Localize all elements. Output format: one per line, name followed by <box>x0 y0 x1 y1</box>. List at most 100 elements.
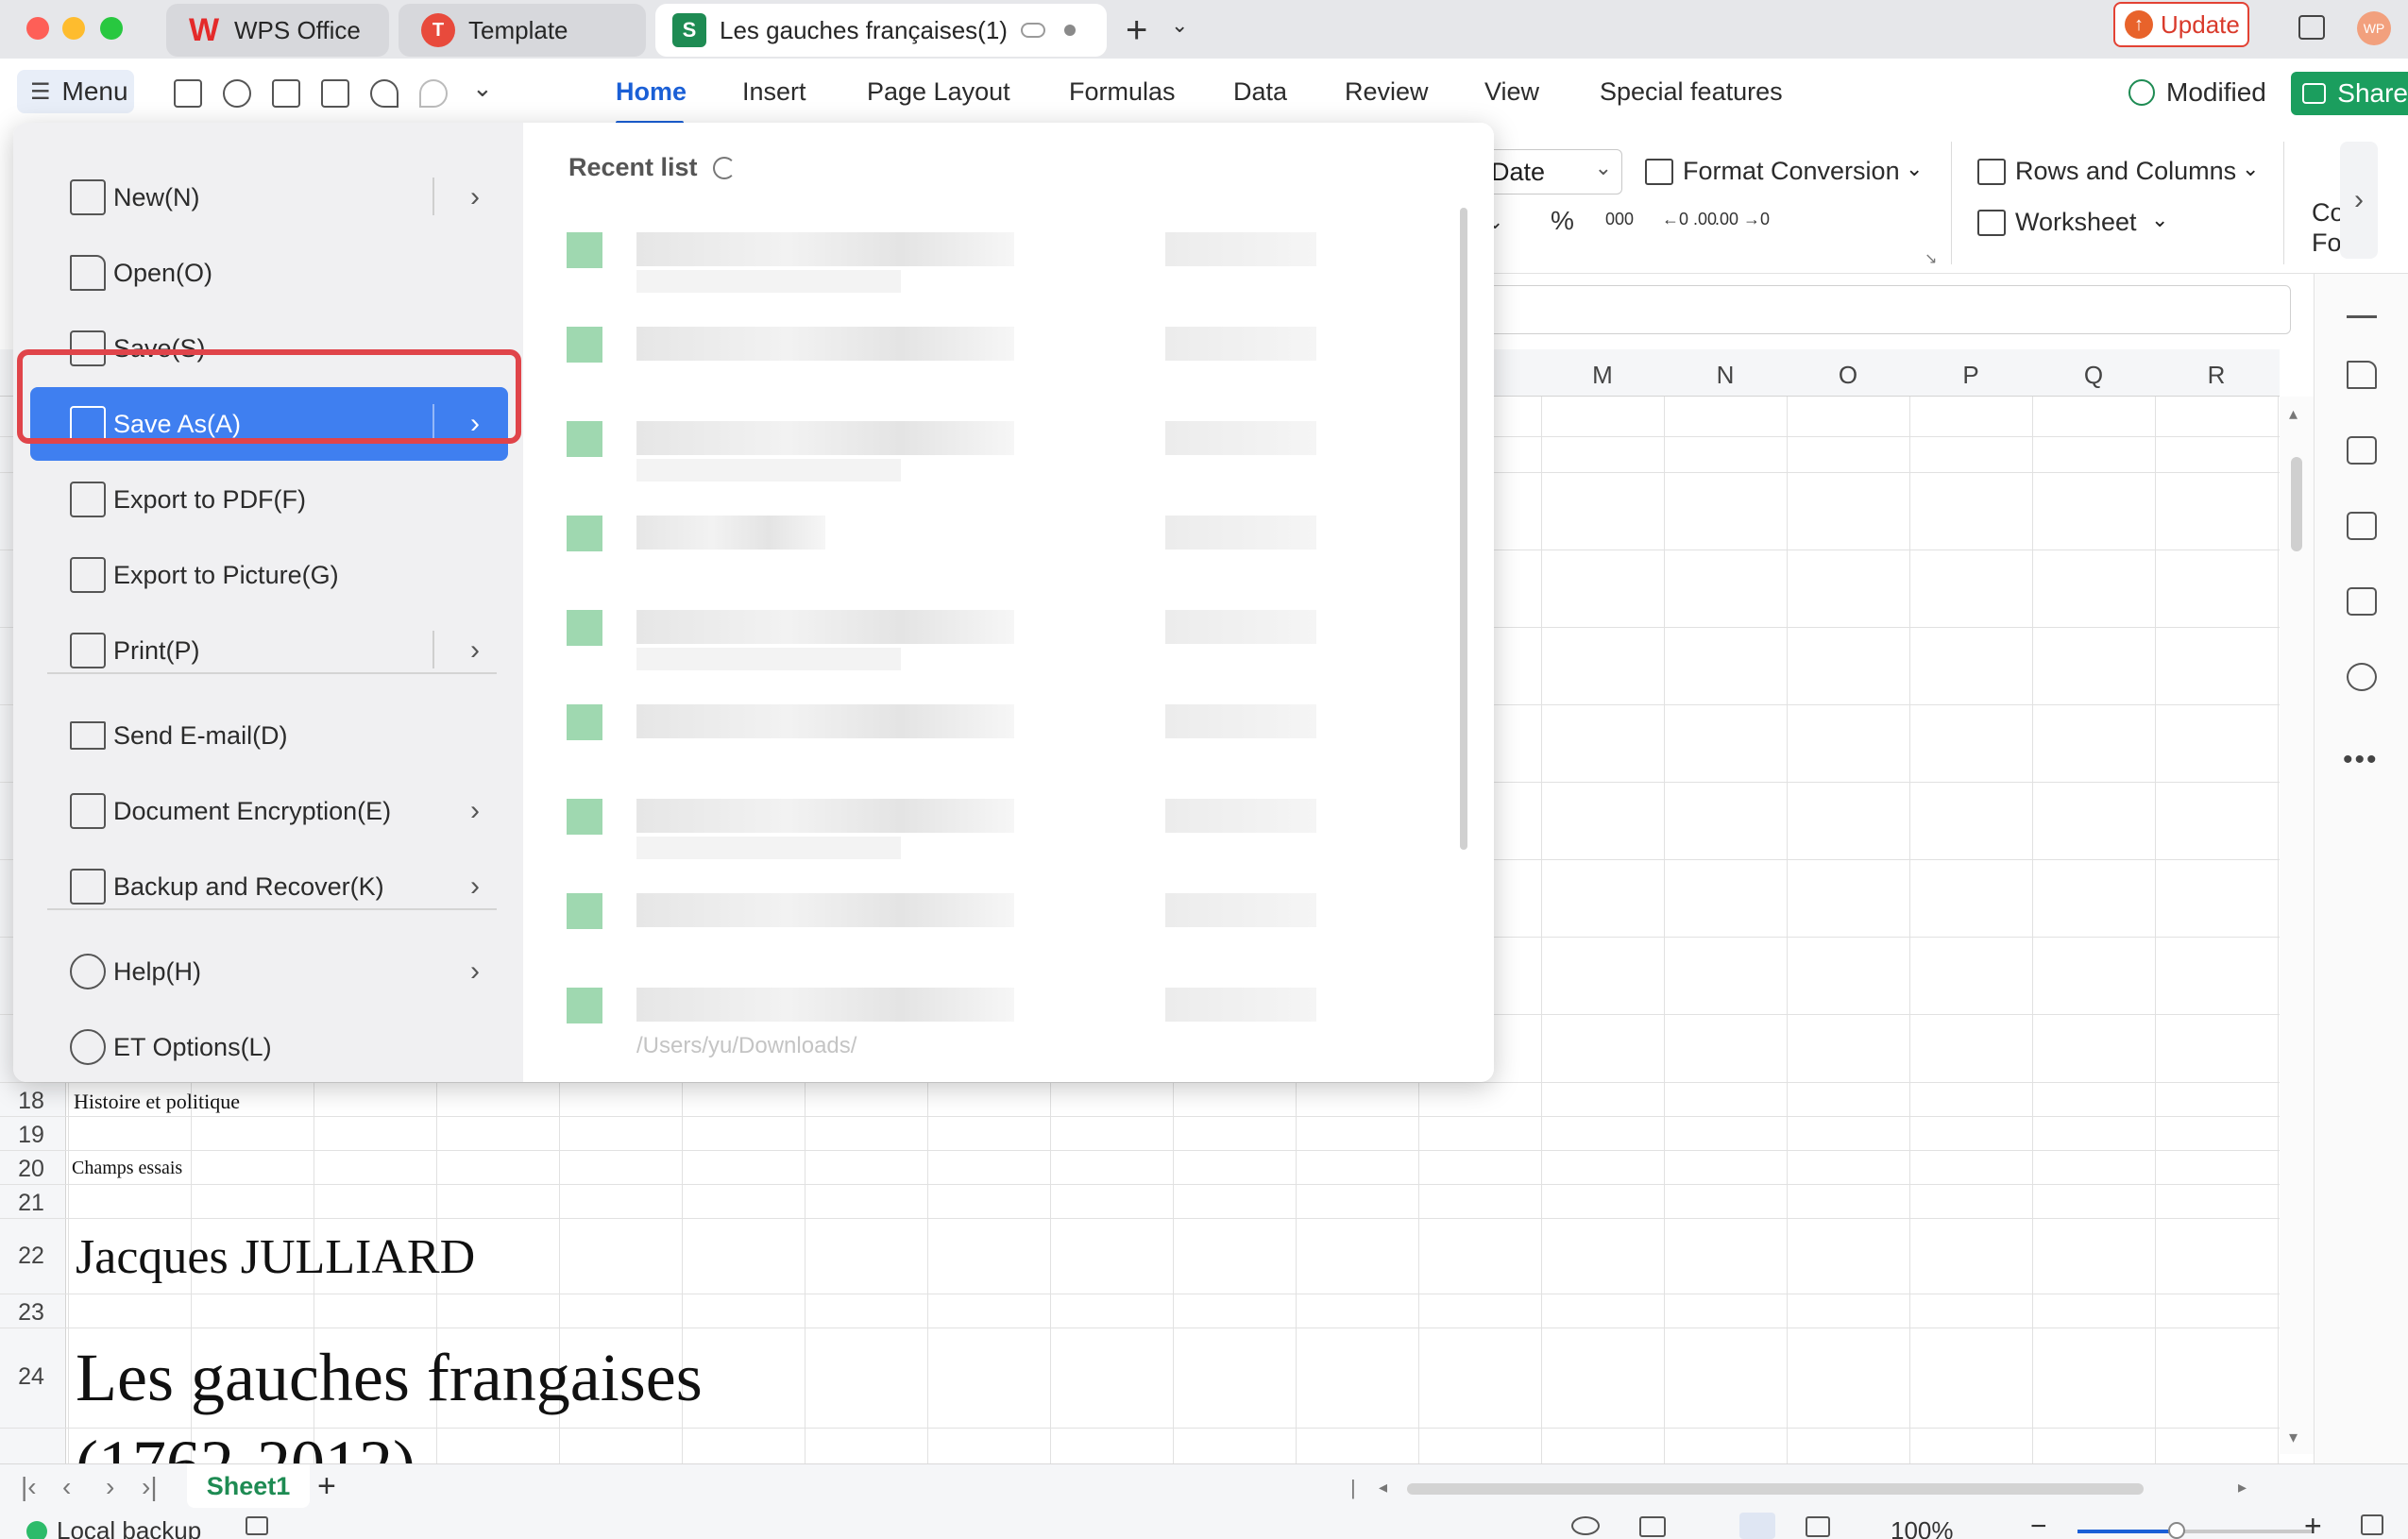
tab-special-features[interactable]: Special features <box>1600 77 1783 107</box>
ribbon-scroll-right-button[interactable]: › <box>2340 142 2378 259</box>
menu-item-send-email[interactable]: Send E-mail(D) <box>30 699 508 772</box>
scroll-left-arrow-icon[interactable]: ◂ <box>1379 1478 1387 1497</box>
column-header-p[interactable]: P <box>1909 361 2032 390</box>
row-number-23[interactable]: 23 <box>0 1299 62 1327</box>
column-header-m[interactable]: M <box>1541 361 1664 390</box>
formula-input[interactable] <box>1488 285 2291 334</box>
menu-item-open[interactable]: Open(O) <box>30 236 508 310</box>
view-mode-icon[interactable] <box>1639 1516 1666 1537</box>
avatar[interactable]: WP <box>2357 11 2391 45</box>
scrollbar-thumb[interactable] <box>2291 457 2302 551</box>
menu-item-print[interactable]: Print(P) › <box>30 614 508 687</box>
cell-a20[interactable]: Champs essais <box>72 1158 182 1179</box>
local-backup-status[interactable]: Local backup <box>26 1516 201 1539</box>
document-status-icon[interactable] <box>246 1516 268 1535</box>
recent-file-row[interactable] <box>561 225 1316 293</box>
column-header-n[interactable]: N <box>1664 361 1787 390</box>
redo-icon[interactable] <box>419 79 448 108</box>
menu-item-document-encryption[interactable]: Document Encryption(E) › <box>30 774 508 848</box>
rows-and-columns-button[interactable]: Rows and Columns <box>2015 157 2236 186</box>
menu-item-help[interactable]: Help(H) › <box>30 935 508 1008</box>
scroll-right-arrow-icon[interactable]: ▸ <box>2238 1478 2247 1497</box>
new-file-icon[interactable] <box>174 79 202 108</box>
first-sheet-icon[interactable]: |‹ <box>21 1472 37 1502</box>
chevron-right-icon[interactable]: › <box>470 634 480 667</box>
tab-list-chevron-icon[interactable]: ⌄ <box>1171 13 1188 38</box>
update-button[interactable]: ↑ Update <box>2113 2 2249 47</box>
recent-file-row[interactable] <box>561 697 1316 765</box>
recent-file-row[interactable] <box>561 791 1316 859</box>
normal-view-button[interactable] <box>1739 1513 1775 1539</box>
zoom-slider-knob[interactable] <box>2168 1522 2185 1539</box>
recent-list-scrollbar[interactable] <box>1460 208 1467 850</box>
scroll-down-arrow-icon[interactable]: ▾ <box>2289 1428 2298 1447</box>
increase-decimal-button[interactable]: ←0 .00 <box>1662 210 1717 229</box>
hscroll-divider[interactable]: | <box>1350 1476 1356 1500</box>
undo-icon[interactable] <box>370 79 399 108</box>
worksheet-button[interactable]: Worksheet <box>2015 208 2137 237</box>
select-pointer-icon[interactable] <box>2347 361 2377 389</box>
format-conversion-button[interactable]: Format Conversion <box>1683 157 1900 186</box>
add-sheet-button[interactable]: + <box>317 1468 336 1505</box>
more-options-icon[interactable]: ••• <box>2343 744 2379 776</box>
decrease-decimal-button[interactable]: .00 →0 <box>1715 210 1770 229</box>
print-icon[interactable] <box>272 79 300 108</box>
prev-sheet-icon[interactable]: ‹ <box>62 1472 71 1502</box>
tab-formulas[interactable]: Formulas <box>1069 77 1176 107</box>
recent-file-row[interactable] <box>561 602 1316 670</box>
chevron-right-icon[interactable]: › <box>470 956 480 988</box>
zoom-level[interactable]: 100% <box>1891 1516 1954 1539</box>
close-window-button[interactable] <box>26 17 49 40</box>
tab-review[interactable]: Review <box>1345 77 1429 107</box>
row-number-22[interactable]: 22 <box>0 1243 62 1270</box>
horizontal-scrollbar-thumb[interactable] <box>1407 1483 2144 1495</box>
new-tab-button[interactable]: + <box>1126 9 1147 52</box>
zoom-window-button[interactable] <box>100 17 123 40</box>
thousands-separator-button[interactable]: 000 <box>1605 210 1634 229</box>
cell-a18[interactable]: Histoire et politique <box>74 1090 240 1114</box>
menu-item-new[interactable]: New(N) › <box>30 161 508 234</box>
tab-home[interactable]: Home <box>616 77 687 107</box>
format-painter-icon[interactable] <box>223 79 251 108</box>
cell-a25[interactable]: (1762-2012) <box>76 1428 415 1463</box>
menu-item-backup-recover[interactable]: Backup and Recover(K) › <box>30 850 508 923</box>
row-number-18[interactable]: 18 <box>0 1088 62 1115</box>
percent-style-button[interactable]: % <box>1551 206 1574 236</box>
tab-template[interactable]: T Template <box>399 4 646 57</box>
window-layout-icon[interactable] <box>2298 15 2325 40</box>
tab-data[interactable]: Data <box>1233 77 1287 107</box>
row-number-21[interactable]: 21 <box>0 1190 62 1217</box>
chevron-right-icon[interactable]: › <box>470 181 480 213</box>
eye-protection-icon[interactable] <box>1571 1516 1600 1535</box>
scroll-up-arrow-icon[interactable]: ▴ <box>2289 404 2298 424</box>
vertical-scrollbar[interactable]: ▴ ▾ <box>2280 397 2314 1454</box>
refresh-icon[interactable] <box>712 156 736 179</box>
recent-file-row[interactable] <box>561 886 1316 954</box>
cell-a22[interactable]: Jacques JULLIARD <box>76 1229 475 1285</box>
quick-access-chevron-icon[interactable]: ⌄ <box>472 74 493 103</box>
print-preview-icon[interactable] <box>321 79 349 108</box>
menu-item-export-picture[interactable]: Export to Picture(G) <box>30 538 508 612</box>
collapse-panel-icon[interactable] <box>2347 315 2377 318</box>
tab-wps-office[interactable]: W WPS Office <box>166 4 389 57</box>
number-format-select[interactable]: Date ⌄ <box>1483 149 1622 194</box>
menu-item-et-options[interactable]: ET Options(L) <box>30 1010 508 1082</box>
adjust-sliders-icon[interactable] <box>2347 436 2377 465</box>
chevron-right-icon[interactable]: › <box>470 871 480 903</box>
row-number-20[interactable]: 20 <box>0 1156 62 1183</box>
tab-insert[interactable]: Insert <box>742 77 806 107</box>
menu-button[interactable]: ☰ Menu <box>17 70 134 113</box>
page-break-view-icon[interactable] <box>1806 1516 1830 1537</box>
sheet-tab-sheet1[interactable]: Sheet1 <box>187 1464 310 1508</box>
column-header-r[interactable]: R <box>2155 361 2278 390</box>
recent-file-row[interactable] <box>561 414 1316 482</box>
dialog-launcher-icon[interactable]: ↘ <box>1925 249 1937 268</box>
modified-status[interactable]: Modified <box>2128 77 2266 108</box>
tab-document[interactable]: S Les gauches françaises(1) <box>655 4 1107 57</box>
zoom-out-button[interactable]: − <box>2030 1511 2047 1539</box>
next-sheet-icon[interactable]: › <box>106 1472 114 1502</box>
zoom-in-button[interactable]: + <box>2304 1509 2322 1539</box>
signature-icon[interactable] <box>2347 587 2377 616</box>
last-sheet-icon[interactable]: ›| <box>142 1472 158 1502</box>
tab-view[interactable]: View <box>1484 77 1539 107</box>
